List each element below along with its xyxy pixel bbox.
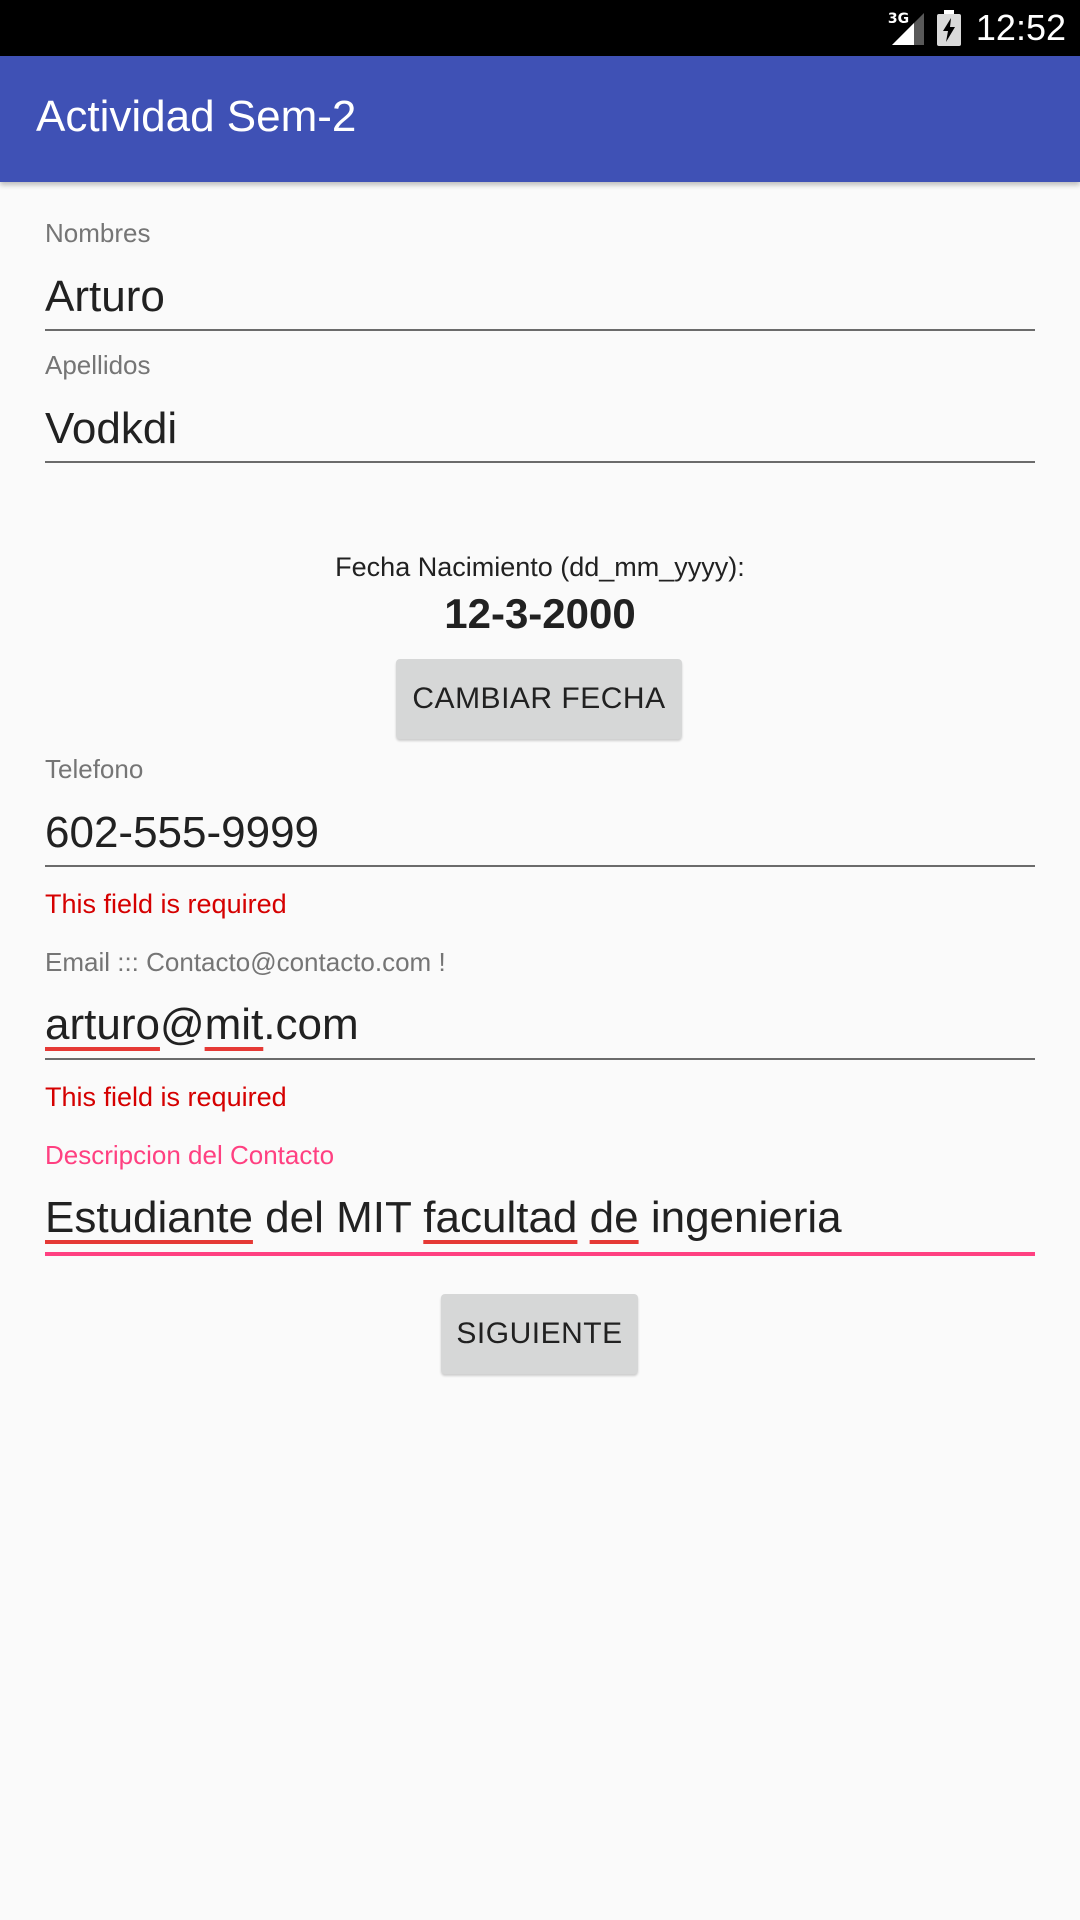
email-error: This field is required xyxy=(45,1082,287,1112)
siguiente-button[interactable]: SIGUIENTE xyxy=(441,1294,638,1374)
descripcion-word-2: del MIT xyxy=(252,1193,424,1242)
descripcion-word-5: ingenieria xyxy=(638,1193,842,1242)
descripcion-word-3: facultad xyxy=(423,1193,578,1242)
signal-icon: 3G xyxy=(888,9,926,47)
email-label: Email ::: Contacto@contacto.com ! xyxy=(45,947,446,977)
nombres-input[interactable]: Arturo xyxy=(45,272,165,322)
nombres-underline xyxy=(45,329,1035,331)
descripcion-underline xyxy=(45,1252,1035,1256)
nombres-label: Nombres xyxy=(45,218,151,248)
telefono-label: Telefono xyxy=(45,754,144,784)
telefono-underline xyxy=(45,865,1035,867)
fecha-value: 12-3-2000 xyxy=(444,590,636,637)
cambiar-fecha-button[interactable]: CAMBIAR FECHA xyxy=(396,659,682,739)
telefono-error: This field is required xyxy=(45,889,287,919)
descripcion-word-1: Estudiante xyxy=(45,1193,253,1242)
apellidos-input[interactable]: Vodkdi xyxy=(45,404,177,454)
battery-charging-icon xyxy=(936,10,961,46)
email-underline xyxy=(45,1058,1035,1060)
telefono-input[interactable]: 602-555-9999 xyxy=(45,808,319,858)
status-icons: 3G 12:52 xyxy=(888,0,1066,56)
fecha-label: Fecha Nacimiento (dd_mm_yyyy): xyxy=(335,552,745,582)
email-part-domain: mit xyxy=(204,1000,264,1049)
descripcion-label: Descripcion del Contacto xyxy=(45,1140,335,1170)
descripcion-word-4: de xyxy=(589,1193,639,1242)
email-part-user: arturo xyxy=(45,1000,160,1049)
app-bar: Actividad Sem-2 xyxy=(0,56,1080,182)
apellidos-label: Apellidos xyxy=(45,350,151,380)
email-part-at: @ xyxy=(159,1000,205,1049)
email-input[interactable]: arturo@mit.com xyxy=(45,1000,359,1050)
status-bar: 3G 12:52 xyxy=(0,0,1080,56)
email-part-tld: .com xyxy=(263,1000,359,1049)
descripcion-input[interactable]: Estudiante del MIT facultad de ingenieri… xyxy=(45,1193,842,1243)
descripcion-space xyxy=(577,1193,589,1242)
apellidos-underline xyxy=(45,461,1035,463)
clock: 12:52 xyxy=(975,7,1066,48)
app-title: Actividad Sem-2 xyxy=(36,92,357,141)
